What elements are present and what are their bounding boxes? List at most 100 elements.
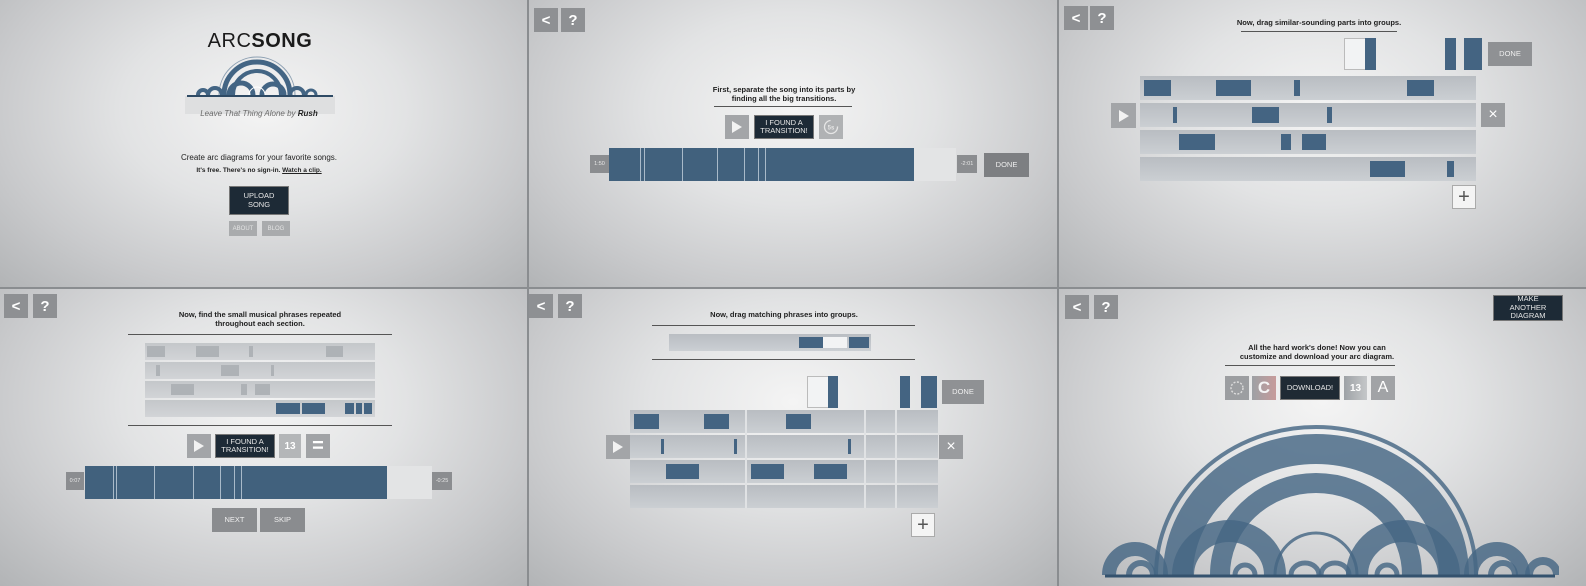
phrase-segment[interactable] [221,365,239,376]
section-row[interactable] [145,362,375,379]
phrase-segment[interactable] [156,365,160,376]
part-segment[interactable] [1294,80,1300,96]
part-segment[interactable] [1252,107,1279,123]
phrase-segment[interactable] [196,346,219,357]
blog-button[interactable]: BLOG [262,221,290,236]
part-segment[interactable] [1173,107,1177,123]
part-segment[interactable] [1144,80,1171,96]
color-button[interactable]: C [1252,376,1276,400]
upload-song-button[interactable]: UPLOAD SONG [229,186,289,215]
phrase-segment[interactable] [276,403,300,414]
play-button[interactable] [725,115,749,139]
size-button[interactable]: 13 [1344,376,1367,400]
section-timeline[interactable] [85,466,432,499]
make-another-diagram-button[interactable]: MAKE ANOTHER DIAGRAM [1493,295,1563,321]
help-button[interactable]: ? [561,8,585,32]
phrase-segment[interactable] [356,403,362,414]
part-segment[interactable] [1281,134,1291,150]
phrase-segment[interactable] [255,384,270,395]
phrase-segment[interactable] [814,464,847,479]
done-button[interactable]: DONE [942,380,984,404]
transition-marker[interactable] [220,466,221,499]
group-row[interactable] [630,485,938,508]
group-row[interactable] [630,435,938,458]
part-segment[interactable] [1216,80,1251,96]
phrase-segment[interactable] [171,384,194,395]
phrase-segment[interactable] [786,414,811,429]
transition-marker[interactable] [234,466,235,499]
phrase-segment[interactable] [241,384,247,395]
delete-button[interactable]: × [1481,103,1505,127]
transition-marker[interactable] [193,466,194,499]
phrase-segment[interactable] [666,464,699,479]
group-row[interactable] [1140,103,1476,127]
add-group-button[interactable]: + [911,513,935,537]
phrase-segment[interactable] [302,403,325,414]
section-row[interactable] [145,400,375,417]
watch-clip-link[interactable]: Watch a clip. [282,167,322,174]
play-button[interactable] [606,435,630,459]
phrase-segment[interactable] [345,403,354,414]
back-button[interactable]: < [1065,295,1089,319]
part-segment[interactable] [1327,107,1332,123]
style-toggle-button[interactable] [1225,376,1249,400]
back-button[interactable]: < [529,294,553,318]
phrase-segment[interactable] [326,346,343,357]
transition-marker[interactable] [682,148,683,181]
equals-button[interactable]: = [306,434,330,458]
help-button[interactable]: ? [1094,295,1118,319]
transition-marker[interactable] [116,466,117,499]
phrase-segment[interactable] [634,414,659,429]
section-row[interactable] [145,381,375,398]
part-segment[interactable] [1302,134,1326,150]
song-timeline[interactable] [609,148,956,181]
phrase-segment[interactable] [848,439,851,454]
phrase-segment[interactable] [704,414,729,429]
next-button[interactable]: NEXT [212,508,257,532]
transition-marker[interactable] [154,466,155,499]
transition-marker[interactable] [765,148,766,181]
add-group-button[interactable]: + [1452,185,1476,209]
transition-marker[interactable] [644,148,645,181]
help-button[interactable]: ? [33,294,57,318]
delete-button[interactable]: × [939,435,963,459]
back-button[interactable]: < [4,294,28,318]
back-button[interactable]: < [534,8,558,32]
found-transition-button[interactable]: I FOUND A TRANSITION! [754,115,814,139]
phrase-segment[interactable] [734,439,737,454]
download-button[interactable]: DOWNLOAD! [1280,376,1340,400]
phrase-segment[interactable] [271,365,274,376]
done-button[interactable]: DONE [984,153,1029,177]
phrase-segment[interactable] [364,403,372,414]
found-transition-button[interactable]: I FOUND A TRANSITION! [215,434,275,458]
phrase-segment[interactable] [249,346,253,357]
transition-marker[interactable] [758,148,759,181]
part-segment[interactable] [1407,80,1434,96]
group-row[interactable] [630,410,938,433]
transition-marker[interactable] [717,148,718,181]
phrase-segment[interactable] [661,439,664,454]
phrase-counter[interactable]: 13 [279,434,301,458]
phrase-segment[interactable] [147,346,165,357]
font-button[interactable]: A [1371,376,1395,400]
play-button[interactable] [187,434,211,458]
transition-marker[interactable] [744,148,745,181]
part-segment[interactable] [1179,134,1215,150]
done-button[interactable]: DONE [1488,42,1532,66]
back-button[interactable]: < [1064,6,1088,30]
skip-button[interactable]: SKIP [260,508,305,532]
section-row[interactable] [145,343,375,360]
dragged-phrase[interactable] [807,376,829,408]
rewind-button[interactable]: 5s [819,115,843,139]
about-button[interactable]: ABOUT [229,221,257,236]
play-button[interactable] [1111,103,1136,128]
part-segment[interactable] [1370,161,1405,177]
part-segment[interactable] [1447,161,1454,177]
transition-marker[interactable] [113,466,114,499]
transition-marker[interactable] [640,148,641,181]
help-button[interactable]: ? [558,294,582,318]
help-button[interactable]: ? [1090,6,1114,30]
transition-marker[interactable] [241,466,242,499]
group-row[interactable] [1140,157,1476,181]
phrase-segment[interactable] [751,464,784,479]
